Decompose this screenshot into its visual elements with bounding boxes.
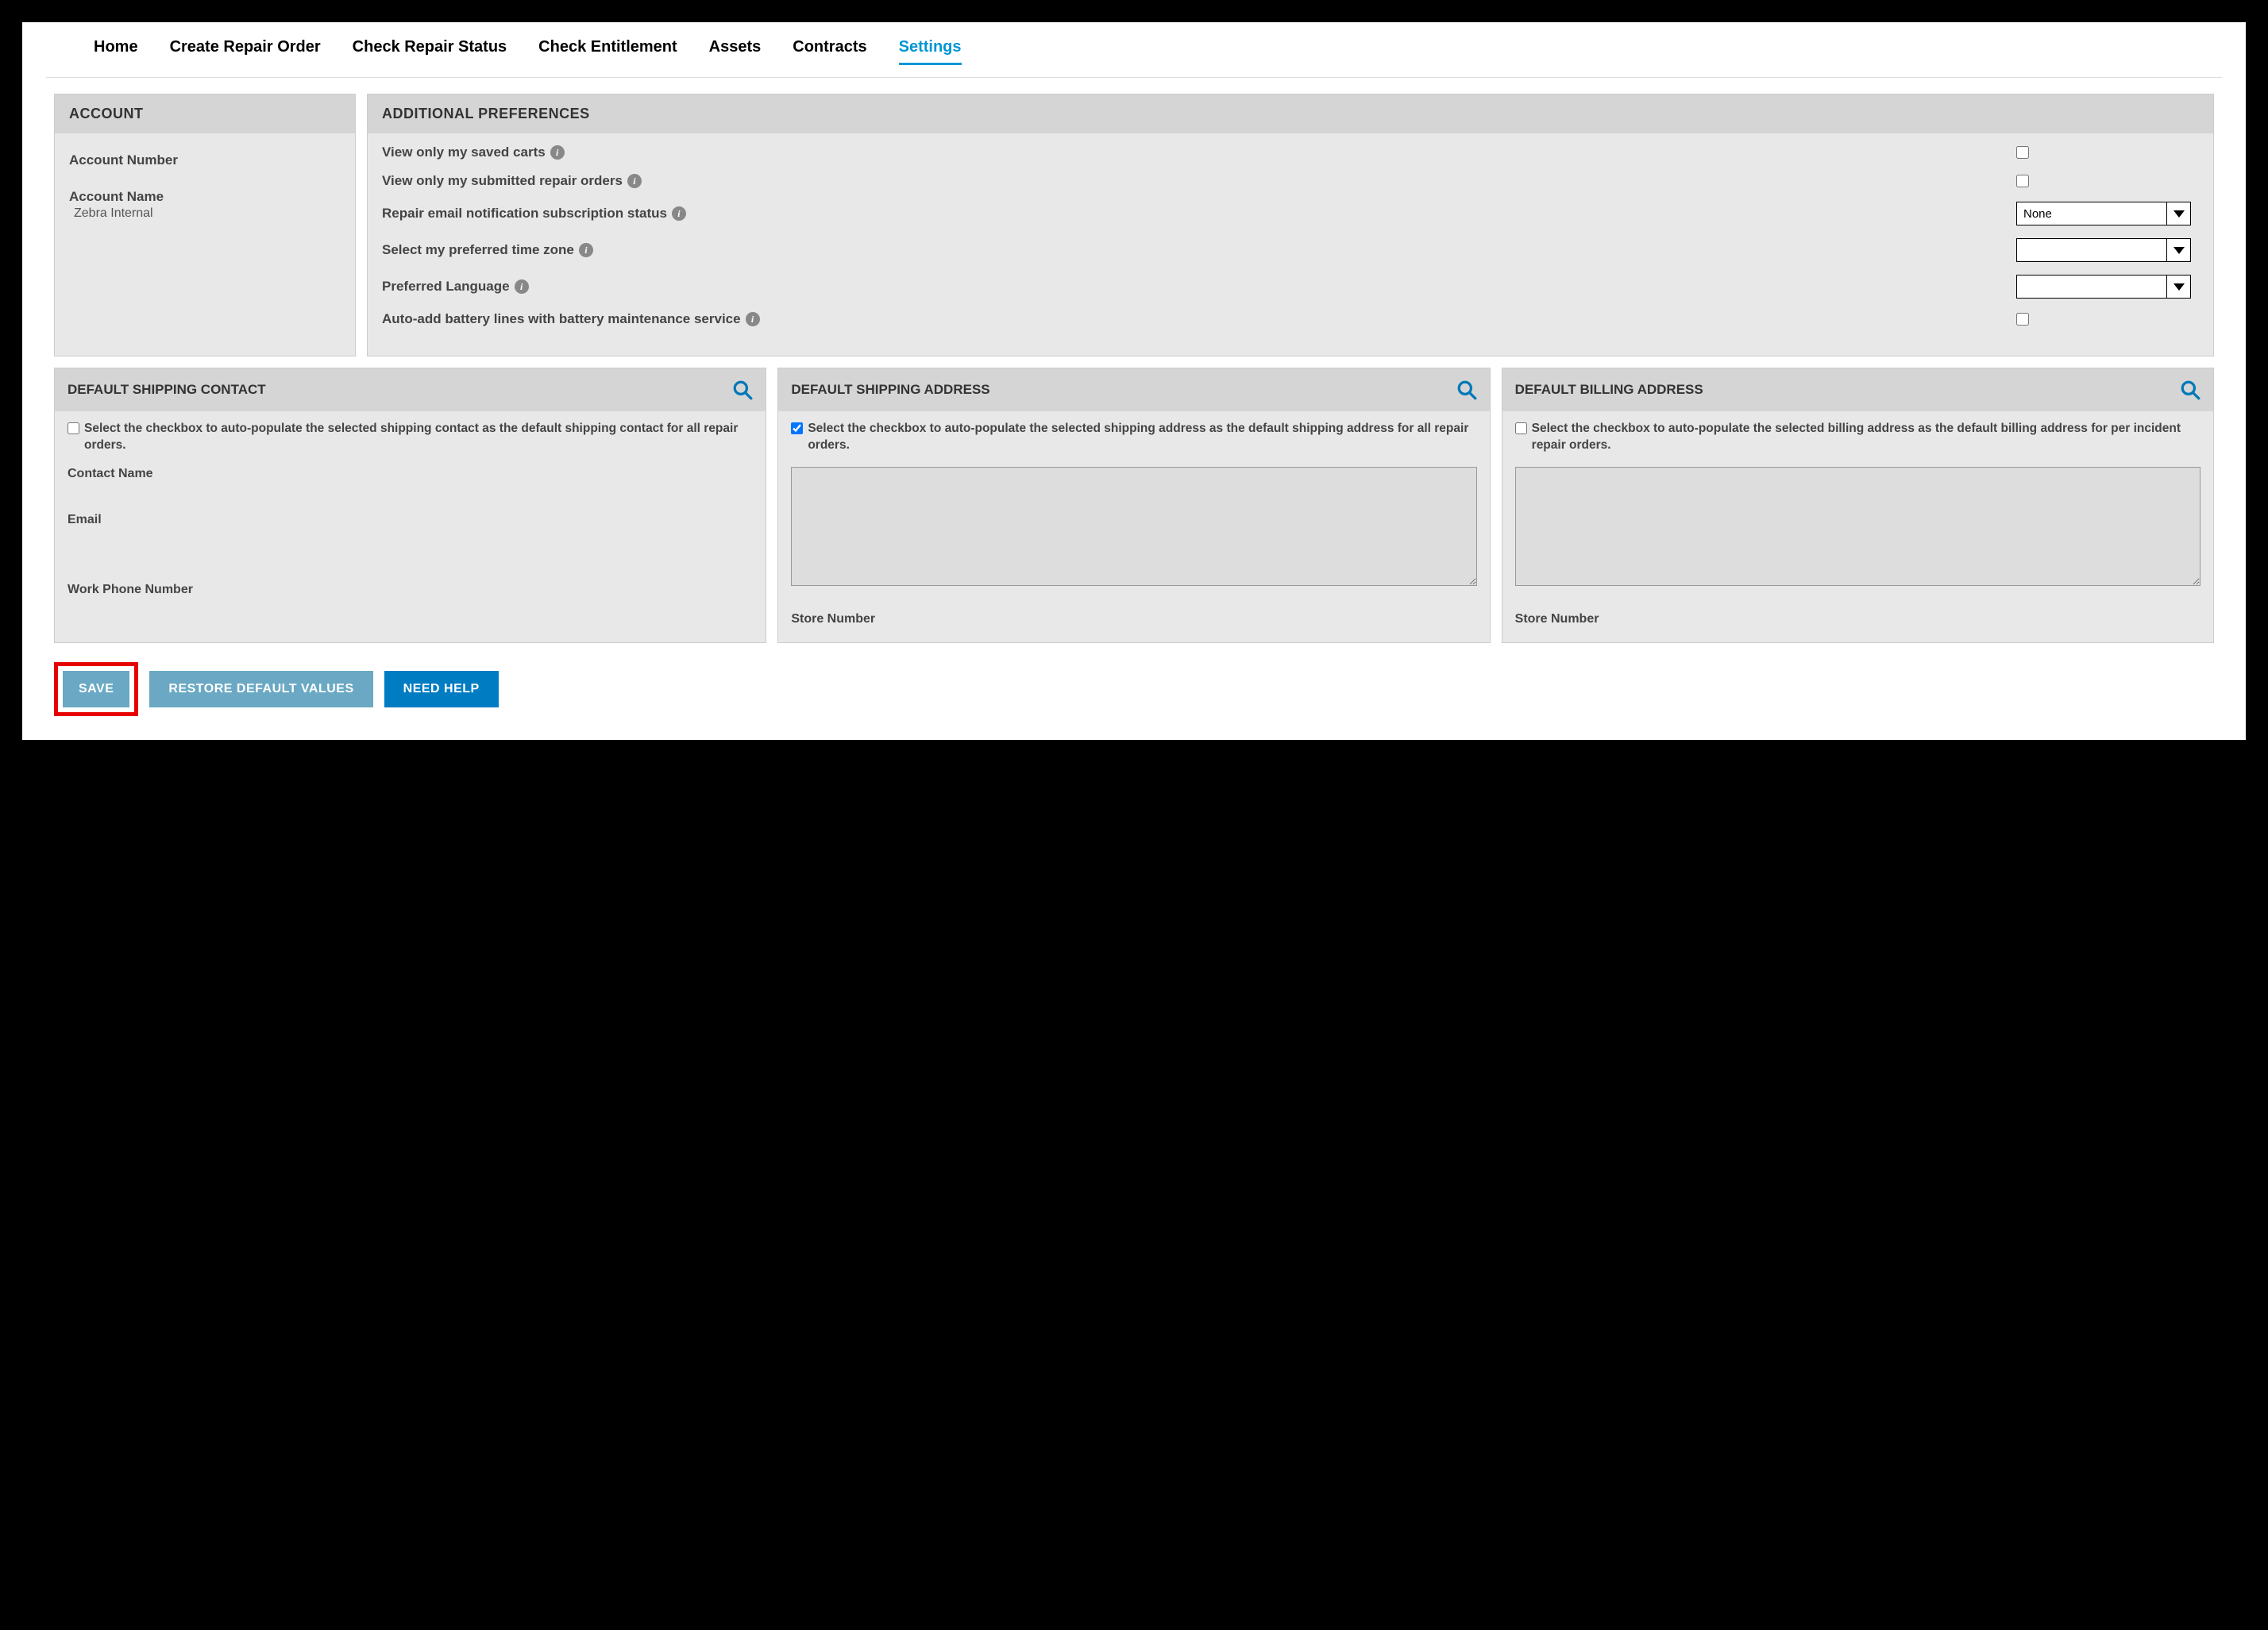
work-phone-label: Work Phone Number bbox=[68, 583, 753, 597]
shipping-contact-auto-text: Select the checkbox to auto-populate the… bbox=[84, 421, 753, 454]
info-icon[interactable]: i bbox=[515, 279, 529, 294]
save-highlight: SAVE bbox=[54, 662, 138, 716]
nav-home[interactable]: Home bbox=[94, 38, 138, 65]
search-icon[interactable] bbox=[1456, 380, 1477, 400]
saved-carts-label: View only my saved carts bbox=[382, 145, 546, 160]
shipping-address-header: DEFAULT SHIPPING ADDRESS bbox=[791, 382, 989, 398]
account-name-label: Account Name bbox=[69, 189, 341, 205]
nav-contracts[interactable]: Contracts bbox=[793, 38, 866, 65]
preferences-panel: ADDITIONAL PREFERENCES View only my save… bbox=[367, 94, 2214, 356]
chevron-down-icon bbox=[2166, 276, 2190, 298]
submitted-orders-label: View only my submitted repair orders bbox=[382, 173, 623, 189]
nav-check-repair-status[interactable]: Check Repair Status bbox=[353, 38, 507, 65]
info-icon[interactable]: i bbox=[746, 312, 760, 326]
billing-store-label: Store Number bbox=[1515, 612, 2200, 626]
language-value bbox=[2017, 276, 2166, 298]
contact-name-label: Contact Name bbox=[68, 467, 753, 481]
timezone-select[interactable] bbox=[2016, 238, 2191, 262]
billing-address-auto-text: Select the checkbox to auto-populate the… bbox=[1532, 421, 2200, 454]
nav-settings[interactable]: Settings bbox=[899, 38, 962, 65]
save-button[interactable]: SAVE bbox=[63, 671, 129, 707]
auto-battery-label: Auto-add battery lines with battery main… bbox=[382, 311, 741, 327]
account-number-label: Account Number bbox=[69, 152, 341, 168]
account-name-value: Zebra Internal bbox=[74, 206, 341, 221]
info-icon[interactable]: i bbox=[627, 174, 642, 188]
email-label: Email bbox=[68, 513, 753, 527]
shipping-contact-header: DEFAULT SHIPPING CONTACT bbox=[68, 382, 266, 398]
top-nav: Home Create Repair Order Check Repair St… bbox=[46, 30, 2222, 78]
restore-defaults-button[interactable]: RESTORE DEFAULT VALUES bbox=[149, 671, 372, 707]
search-icon[interactable] bbox=[732, 380, 753, 400]
billing-address-panel: DEFAULT BILLING ADDRESS Select the check… bbox=[1502, 368, 2214, 643]
need-help-button[interactable]: NEED HELP bbox=[384, 671, 499, 707]
account-panel: ACCOUNT Account Number Account Name Zebr… bbox=[54, 94, 356, 356]
email-subscription-select[interactable]: None bbox=[2016, 202, 2191, 225]
search-icon[interactable] bbox=[2180, 380, 2200, 400]
auto-battery-checkbox[interactable] bbox=[2016, 313, 2029, 326]
shipping-address-auto-text: Select the checkbox to auto-populate the… bbox=[808, 421, 1476, 454]
billing-address-auto-checkbox[interactable] bbox=[1515, 422, 1527, 434]
shipping-contact-auto-checkbox[interactable] bbox=[68, 422, 79, 434]
saved-carts-checkbox[interactable] bbox=[2016, 146, 2029, 159]
shipping-address-auto-checkbox[interactable] bbox=[791, 422, 803, 434]
shipping-store-label: Store Number bbox=[791, 612, 1476, 626]
info-icon[interactable]: i bbox=[550, 145, 565, 160]
timezone-value bbox=[2017, 239, 2166, 261]
email-subscription-label: Repair email notification subscription s… bbox=[382, 206, 667, 222]
timezone-label: Select my preferred time zone bbox=[382, 242, 574, 258]
shipping-address-textarea[interactable] bbox=[791, 467, 1476, 586]
nav-create-repair-order[interactable]: Create Repair Order bbox=[170, 38, 321, 65]
billing-address-header: DEFAULT BILLING ADDRESS bbox=[1515, 382, 1703, 398]
shipping-address-panel: DEFAULT SHIPPING ADDRESS Select the chec… bbox=[777, 368, 1490, 643]
billing-address-textarea[interactable] bbox=[1515, 467, 2200, 586]
nav-check-entitlement[interactable]: Check Entitlement bbox=[538, 38, 677, 65]
chevron-down-icon bbox=[2166, 239, 2190, 261]
account-header: ACCOUNT bbox=[55, 94, 355, 133]
email-subscription-value: None bbox=[2017, 202, 2166, 225]
info-icon[interactable]: i bbox=[672, 206, 686, 221]
language-label: Preferred Language bbox=[382, 279, 510, 295]
shipping-contact-panel: DEFAULT SHIPPING CONTACT Select the chec… bbox=[54, 368, 766, 643]
submitted-orders-checkbox[interactable] bbox=[2016, 175, 2029, 187]
chevron-down-icon bbox=[2166, 202, 2190, 225]
info-icon[interactable]: i bbox=[579, 243, 593, 257]
nav-assets[interactable]: Assets bbox=[709, 38, 762, 65]
preferences-header: ADDITIONAL PREFERENCES bbox=[368, 94, 2213, 133]
language-select[interactable] bbox=[2016, 275, 2191, 299]
